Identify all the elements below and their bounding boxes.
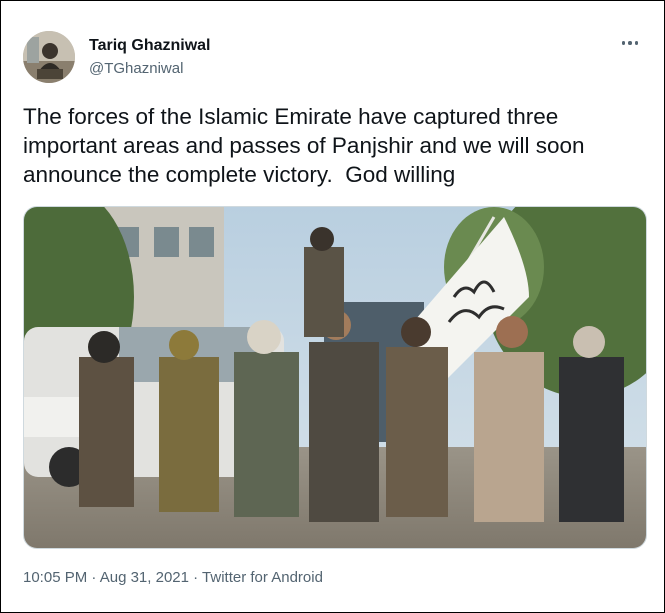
meta-separator: · <box>188 569 203 586</box>
more-horizontal-icon[interactable] <box>618 33 642 53</box>
author-handle[interactable]: @TGhazniwal <box>89 60 183 77</box>
tweet-source[interactable]: Twitter for Android <box>202 569 323 586</box>
author-name[interactable]: Tariq Ghazniwal <box>89 37 211 55</box>
meta-separator: · <box>87 569 100 586</box>
author-avatar[interactable] <box>23 31 75 83</box>
tweet-media-video[interactable] <box>23 206 647 549</box>
more-dot <box>634 41 639 45</box>
tweet-card: Tariq Ghazniwal @TGhazniwal The forces o… <box>0 0 665 613</box>
tweet-date[interactable]: Aug 31, 2021 <box>100 569 189 586</box>
tweet-meta: 10:05 PM · Aug 31, 2021 · Twitter for An… <box>23 569 323 586</box>
more-dot <box>628 41 632 45</box>
tweet-time[interactable]: 10:05 PM <box>23 569 87 586</box>
tweet-text: The forces of the Islamic Emirate have c… <box>23 104 591 187</box>
more-dot <box>621 41 626 45</box>
